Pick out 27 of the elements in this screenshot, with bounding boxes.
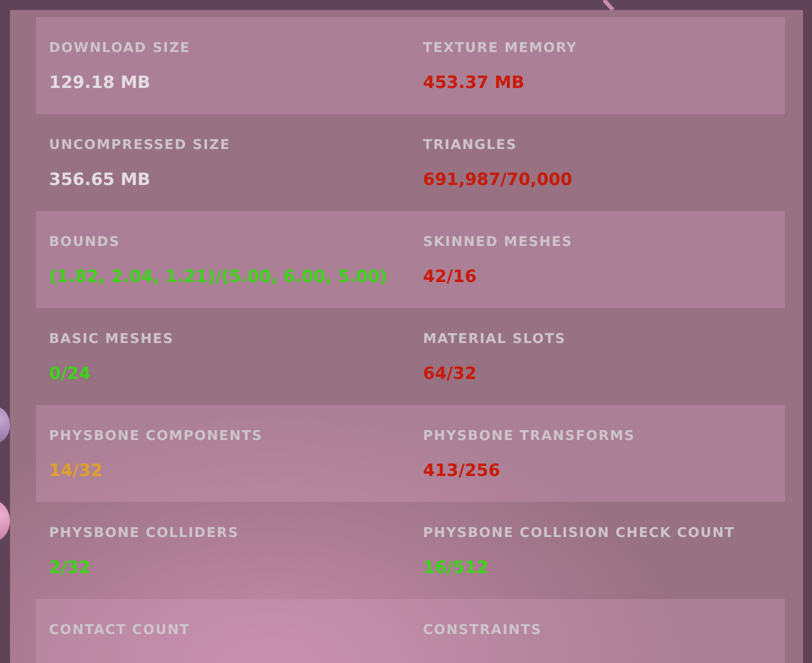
stat-label: DOWNLOAD SIZE [49,39,190,57]
stat-label: TEXTURE MEMORY [423,39,578,57]
stat-value: 691,987/70,000 [423,170,572,190]
stat-label: CONTACT COUNT [49,621,190,639]
stat-label: MATERIAL SLOTS [423,330,566,348]
stat-label: PHYSBONE COLLISION CHECK COUNT [423,524,735,542]
stat-label: CONSTRAINTS [423,621,542,639]
stat-label: SKINNED MESHES [423,233,573,251]
stat-value: 129.18 MB [49,73,150,93]
stat-value: 64/32 [423,364,477,384]
stat-value: 356.65 MB [49,170,150,190]
stat-label: PHYSBONE TRANSFORMS [423,427,636,445]
stat-label: BOUNDS [49,233,120,251]
stat-value: 453.37 MB [423,73,524,93]
stat-value: 16/512 [423,558,488,578]
stat-label: PHYSBONE COMPONENTS [49,427,263,445]
stat-value: (1.82, 2.04, 1.21)/(5.00, 6.00, 5.00) [49,267,388,287]
stat-value: 0/24 [49,364,91,384]
stat-label: PHYSBONE COLLIDERS [49,524,239,542]
stat-value: 42/16 [423,267,477,287]
stat-label: UNCOMPRESSED SIZE [49,136,230,154]
stat-label: BASIC MESHES [49,330,174,348]
stat-value: 14/32 [49,461,103,481]
stat-value: 413/256 [423,461,500,481]
stat-value: 2/32 [49,558,91,578]
curve-line [602,0,615,10]
stat-label: TRIANGLES [423,136,518,154]
